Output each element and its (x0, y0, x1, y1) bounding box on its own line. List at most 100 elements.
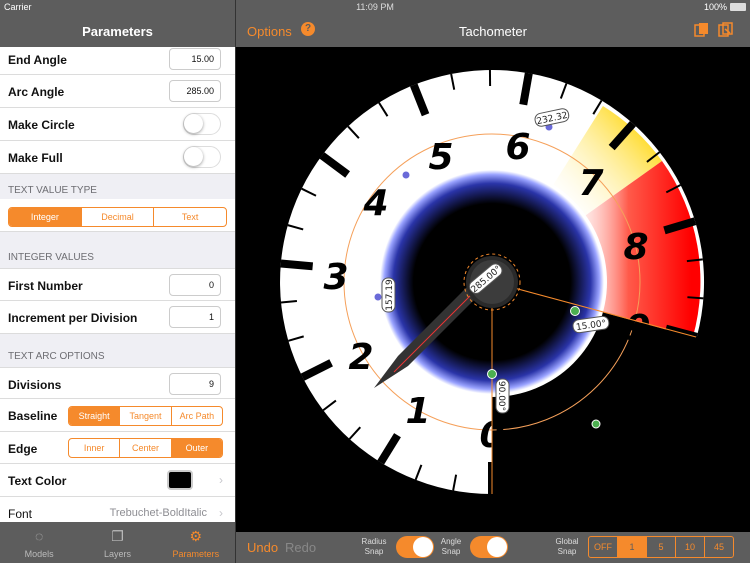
status-time: 11:09 PM (356, 2, 394, 12)
section-text-arc-options: TEXT ARC OPTIONS (8, 351, 105, 362)
paste-icon[interactable] (718, 22, 733, 37)
dial-number: 9 (625, 308, 650, 349)
toggle-knob (184, 114, 203, 133)
make-circle-label: Make Circle (8, 118, 75, 132)
segment-tangent[interactable]: Tangent (119, 407, 170, 425)
text-value-type-segmented[interactable]: Integer Decimal Text (8, 207, 227, 227)
tab-label: Models (24, 549, 54, 559)
bottom-toolbar: Undo Redo Radius Snap Angle Snap Global … (236, 532, 750, 563)
dial-number: 6 (505, 127, 530, 168)
minor-tick (687, 296, 704, 300)
toggle-knob (413, 537, 433, 557)
row-text-color[interactable]: Text Color › (0, 464, 235, 497)
tab-models[interactable]: ◌ Models (0, 522, 78, 563)
edge-segmented[interactable]: Inner Center Outer (68, 438, 223, 458)
make-circle-toggle[interactable] (183, 113, 221, 135)
dial-number: 7 (578, 163, 603, 204)
panel-title: Parameters (82, 24, 153, 39)
baseline-segmented[interactable]: Straight Tangent Arc Path (68, 406, 223, 426)
segment-center[interactable]: Center (119, 439, 170, 457)
increment-field[interactable]: 1 (169, 306, 221, 328)
font-value: Trebuchet-BoldItalic (109, 507, 207, 519)
battery-percent: 100% (703, 2, 727, 12)
row-baseline: Baseline Straight Tangent Arc Path (0, 399, 235, 432)
snap-45[interactable]: 45 (704, 537, 733, 557)
angle-handle[interactable] (487, 369, 497, 379)
row-edge: Edge Inner Center Outer (0, 432, 235, 464)
row-font[interactable]: Font Trebuchet-BoldItalic › (0, 497, 235, 522)
dial-number: 2 (348, 337, 373, 378)
end-angle-label: End Angle (8, 53, 67, 67)
section-text-value-type: TEXT VALUE TYPE (8, 185, 97, 196)
segment-straight[interactable]: Straight (69, 407, 120, 425)
battery-indicator: 100% (704, 2, 746, 12)
chevron-right-icon: › (219, 473, 223, 487)
radius-handle[interactable] (401, 170, 411, 180)
radius-handle[interactable] (373, 292, 383, 302)
section-integer-values: INTEGER VALUES (8, 252, 94, 263)
angle-snap-label: Angle Snap (440, 537, 462, 556)
row-text-value-type: Integer Decimal Text (0, 199, 235, 232)
radius-snap-toggle[interactable] (396, 536, 434, 558)
tab-bar: ◌ Models ❐ Layers ⚙ Parameters (0, 522, 235, 563)
major-tick (519, 72, 533, 106)
drawing-canvas[interactable]: 0 1 2 3 4 5 6 7 8 9 232.32 285.00° 157.1… (236, 47, 750, 532)
dial-number: 5 (428, 137, 453, 178)
angle-handle[interactable] (570, 306, 580, 316)
segment-outer[interactable]: Outer (170, 439, 222, 457)
row-end-angle: End Angle 15.00 (0, 47, 235, 75)
tachometer-gauge[interactable]: 0 1 2 3 4 5 6 7 8 9 232.32 285.00° 157.1… (236, 47, 750, 532)
tab-label: Layers (103, 549, 131, 559)
make-full-toggle[interactable] (183, 146, 221, 168)
row-arc-angle: Arc Angle 285.00 (0, 75, 235, 108)
dial-number: 4 (362, 183, 388, 224)
segment-text[interactable]: Text (153, 208, 226, 226)
row-first-number: First Number 0 (0, 268, 235, 301)
layers-icon: ❐ (111, 528, 124, 544)
copy-icon[interactable] (694, 22, 709, 37)
text-color-label: Text Color (8, 474, 67, 488)
font-label: Font (8, 507, 33, 521)
global-snap-segmented[interactable]: OFF 1 5 10 45 (588, 536, 734, 558)
gear-icon: ⚙ (189, 528, 203, 544)
redo-button[interactable]: Redo (285, 540, 316, 555)
segment-inner[interactable]: Inner (69, 439, 119, 457)
text-color-swatch[interactable] (167, 470, 193, 490)
snap-5[interactable]: 5 (646, 537, 675, 557)
segment-arc-path[interactable]: Arc Path (170, 407, 222, 425)
dial-number: 3 (323, 257, 348, 298)
tab-label: Parameters (172, 549, 220, 559)
snap-off[interactable]: OFF (589, 537, 617, 557)
divisions-field[interactable]: 9 (169, 373, 221, 395)
tab-parameters[interactable]: ⚙ Parameters (157, 522, 235, 563)
badge-label: 157.19 (385, 279, 395, 311)
divisions-label: Divisions (8, 378, 62, 392)
dial-number: 1 (405, 391, 430, 432)
arc-angle-label: Arc Angle (8, 85, 65, 99)
row-increment: Increment per Division 1 (0, 301, 235, 334)
segment-integer[interactable]: Integer (9, 208, 81, 226)
end-angle-field[interactable]: 15.00 (169, 48, 221, 70)
status-bar: Carrier 11:09 PM 100% (0, 0, 750, 15)
global-snap-label: Global Snap (555, 537, 579, 556)
snap-1[interactable]: 1 (617, 537, 646, 557)
document-title: Tachometer (459, 24, 527, 39)
row-make-circle: Make Circle (0, 108, 235, 141)
snap-10[interactable]: 10 (675, 537, 704, 557)
row-divisions: Divisions 9 (0, 367, 235, 399)
models-icon: ◌ (35, 528, 44, 544)
parameters-panel: Parameters End Angle 15.00 Arc Angle 285… (0, 0, 235, 563)
first-number-field[interactable]: 0 (169, 274, 221, 296)
increment-label: Increment per Division (8, 311, 138, 325)
toggle-knob (487, 537, 507, 557)
segment-decimal[interactable]: Decimal (80, 208, 154, 226)
parameters-list[interactable]: End Angle 15.00 Arc Angle 285.00 Make Ci… (0, 47, 235, 522)
baseline-label: Baseline (8, 409, 58, 423)
angle-snap-toggle[interactable] (470, 536, 508, 558)
undo-button[interactable]: Undo (247, 540, 278, 555)
dial-number: 8 (623, 227, 648, 268)
angle-handle[interactable] (591, 419, 601, 429)
tab-layers[interactable]: ❐ Layers (78, 522, 156, 563)
arc-angle-field[interactable]: 285.00 (169, 80, 221, 102)
make-full-label: Make Full (8, 151, 63, 165)
